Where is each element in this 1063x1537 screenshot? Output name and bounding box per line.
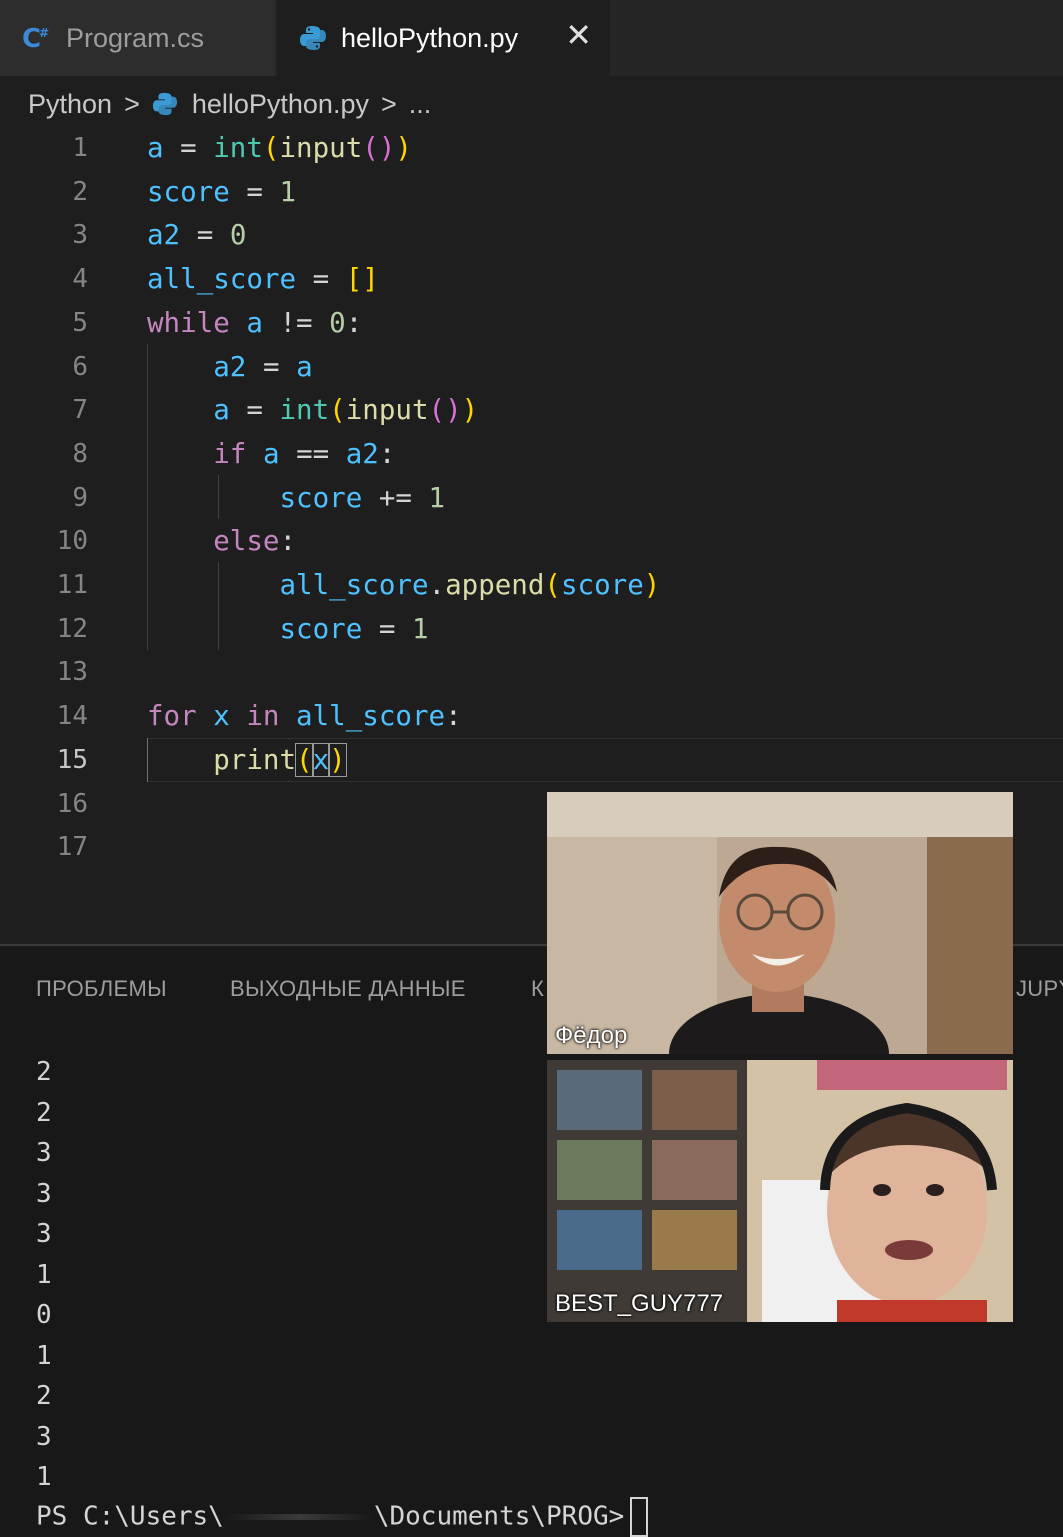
output-line: 2 — [36, 1097, 52, 1128]
line-number: 1 — [72, 133, 88, 163]
line-number: 5 — [72, 307, 88, 338]
code-line[interactable]: 4 all_score = [] — [0, 257, 1063, 301]
code-line[interactable]: 7 a = int(input()) — [0, 388, 1063, 432]
line-number: 8 — [72, 438, 88, 469]
breadcrumb-more[interactable]: ... — [409, 89, 432, 120]
code-text: a2 = 0 — [147, 219, 247, 252]
video-feed — [547, 1060, 1013, 1322]
line-number: 17 — [56, 832, 88, 863]
code-line[interactable]: 11 all_score.append(score) — [0, 563, 1063, 607]
video-feed — [547, 792, 1013, 1054]
tab-output[interactable]: ВЫХОДНЫЕ ДАННЫЕ — [230, 976, 466, 1002]
csharp-icon: C # — [22, 23, 52, 53]
tab-program-cs[interactable]: C # Program.cs — [0, 0, 275, 76]
line-number: 10 — [56, 526, 88, 557]
tab-jupyter[interactable]: JUPY — [1016, 976, 1063, 1002]
breadcrumb-file[interactable]: helloPython.py — [192, 89, 369, 120]
code-text: a2 = a — [213, 350, 313, 383]
line-number: 11 — [56, 570, 88, 600]
code-line[interactable]: 9 score += 1 — [0, 476, 1063, 520]
breadcrumb-folder[interactable]: Python — [28, 89, 112, 120]
code-line[interactable]: 10 else: — [0, 519, 1063, 563]
line-number: 4 — [72, 264, 88, 295]
prompt-path-start: PS C:\Users\ — [36, 1501, 224, 1532]
output-line: 0 — [36, 1300, 52, 1330]
line-number: 7 — [72, 395, 88, 426]
output-line: 1 — [36, 1462, 52, 1492]
code-line[interactable]: 3 a2 = 0 — [0, 213, 1063, 257]
code-text: score = 1 — [147, 175, 297, 208]
terminal-cursor — [630, 1497, 649, 1537]
code-line[interactable]: 14 for x in all_score: — [0, 694, 1063, 738]
python-icon — [299, 24, 327, 52]
chevron-right-icon: > — [380, 88, 397, 119]
tab-console[interactable]: К — [531, 976, 544, 1002]
code-text: a = int(input()) — [213, 394, 479, 427]
code-text: print(x) — [213, 742, 347, 777]
output-line: 3 — [36, 1178, 52, 1209]
participant-name: BEST_GUY777 — [555, 1290, 724, 1317]
code-line[interactable]: 1 a = int(input()) — [0, 126, 1063, 170]
chevron-right-icon: > — [124, 88, 140, 119]
code-line[interactable]: 12 score = 1 — [0, 607, 1063, 651]
line-number: 2 — [72, 176, 88, 207]
code-text: for x in all_score: — [147, 700, 462, 733]
terminal-prompt[interactable]: PS C:\Users\ \Documents\PROG> — [36, 1497, 649, 1537]
code-line[interactable]: 8 if a == a2: — [0, 432, 1063, 476]
code-text: while a != 0: — [147, 306, 363, 339]
code-line[interactable]: 5 while a != 0: — [0, 301, 1063, 345]
editor-tab-bar: C # Program.cs helloPython.py ✕ — [0, 0, 1063, 76]
line-number: 16 — [56, 788, 88, 819]
output-line: 1 — [36, 1340, 52, 1371]
output-line: 3 — [36, 1138, 52, 1168]
redacted-username — [223, 1514, 374, 1520]
code-line[interactable]: 15 print(x) — [0, 738, 1063, 782]
line-number: 15 — [56, 744, 88, 775]
code-line[interactable]: 2 score = 1 — [0, 170, 1063, 214]
code-text: if a == a2: — [213, 437, 396, 470]
code-text: all_score = [] — [147, 263, 379, 296]
tab-problems[interactable]: ПРОБЛЕМЫ — [36, 976, 167, 1002]
breadcrumb: Python > helloPython.py > ... — [28, 82, 431, 126]
code-text: score += 1 — [279, 481, 446, 514]
tab-label: helloPython.py — [341, 22, 519, 53]
terminal-output: 2 2 3 3 3 1 0 1 2 3 1 — [36, 1052, 336, 1498]
python-icon — [152, 91, 178, 117]
close-icon[interactable]: ✕ — [565, 16, 592, 54]
code-text: a = int(input()) — [147, 132, 412, 164]
line-number: 12 — [56, 613, 88, 644]
output-line: 2 — [36, 1057, 52, 1087]
output-line: 3 — [36, 1421, 52, 1452]
participant-name: Фёдор — [555, 1022, 628, 1049]
code-text: else: — [213, 525, 297, 558]
line-number: 3 — [72, 220, 88, 251]
line-number: 13 — [56, 657, 88, 688]
tab-label: Program.cs — [66, 22, 205, 53]
output-line: 2 — [36, 1381, 52, 1411]
line-number: 6 — [72, 351, 88, 382]
line-number: 9 — [72, 482, 88, 513]
code-text: all_score.append(score) — [279, 569, 661, 601]
code-text: score = 1 — [279, 612, 429, 645]
code-line[interactable]: 13 — [0, 650, 1063, 694]
svg-text:#: # — [39, 26, 49, 40]
tab-hellopython-py[interactable]: helloPython.py ✕ — [277, 0, 610, 76]
output-line: 3 — [36, 1219, 52, 1249]
line-number: 14 — [56, 701, 88, 732]
output-line: 1 — [36, 1259, 52, 1290]
prompt-path-end: \Documents\PROG> — [373, 1501, 625, 1532]
video-tile-best-guy[interactable]: BEST_GUY777 — [547, 1060, 1013, 1322]
code-line[interactable]: 6 a2 = a — [0, 345, 1063, 389]
video-tile-fedor[interactable]: Фёдор — [547, 792, 1013, 1054]
